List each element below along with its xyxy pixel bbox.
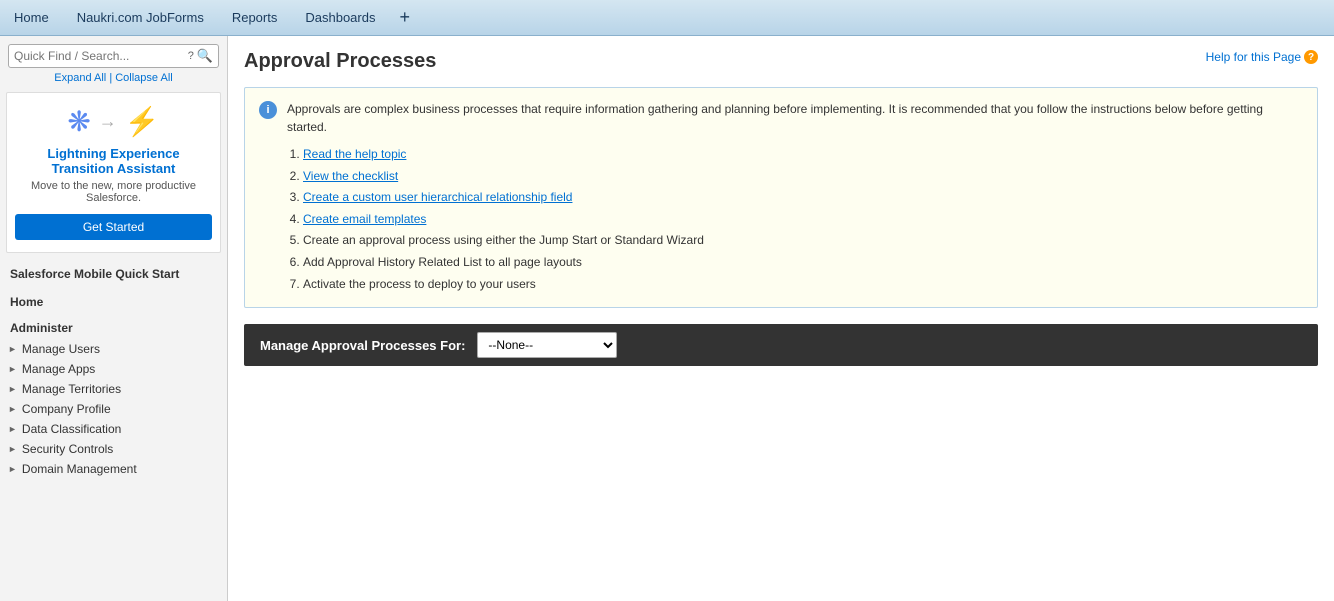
nav-jobforms[interactable]: Naukri.com JobForms [73, 10, 208, 25]
search-input[interactable] [14, 49, 185, 63]
sidebar-home-link[interactable]: Home [0, 285, 227, 313]
expand-collapse-bar: Expand All | Collapse All [0, 72, 227, 84]
info-step-2-link[interactable]: View the checklist [303, 169, 398, 183]
top-navigation: Home Naukri.com JobForms Reports Dashboa… [0, 0, 1334, 36]
info-step-5-text: Create an approval process using either … [303, 233, 704, 247]
nav-plus[interactable]: + [399, 7, 410, 28]
info-step-6-text: Add Approval History Related List to all… [303, 255, 582, 269]
triangle-icon-company-profile: ► [8, 404, 17, 414]
lightning-description: Move to the new, more productive Salesfo… [15, 180, 212, 204]
manage-approval-label: Manage Approval Processes For: [260, 338, 465, 353]
search-help-icon[interactable]: ? [188, 50, 194, 62]
bolt-icon: ⚡ [125, 105, 160, 138]
domain-management-label: Domain Management [22, 462, 137, 476]
triangle-icon-manage-territories: ► [8, 384, 17, 394]
help-link-text: Help for this Page [1206, 50, 1301, 64]
collapse-all-link[interactable]: Collapse All [115, 72, 172, 84]
info-step-1: Read the help topic [303, 144, 1303, 166]
main-layout: ? 🔍 Expand All | Collapse All ❋ → ⚡ Ligh… [0, 36, 1334, 601]
flower-icon: ❋ [67, 105, 90, 138]
info-step-4-link[interactable]: Create email templates [303, 212, 426, 226]
info-step-1-link[interactable]: Read the help topic [303, 147, 406, 161]
sidebar-item-manage-users[interactable]: ► Manage Users [0, 339, 227, 359]
sidebar-item-domain-management[interactable]: ► Domain Management [0, 459, 227, 479]
nav-home[interactable]: Home [10, 10, 53, 25]
info-step-6: Add Approval History Related List to all… [303, 252, 1303, 274]
nav-dashboards[interactable]: Dashboards [301, 10, 379, 25]
help-link[interactable]: Help for this Page ? [1206, 50, 1318, 64]
triangle-icon-manage-users: ► [8, 344, 17, 354]
security-controls-label: Security Controls [22, 442, 113, 456]
triangle-icon-security-controls: ► [8, 444, 17, 454]
search-bar[interactable]: ? 🔍 [8, 44, 219, 68]
data-classification-label: Data Classification [22, 422, 121, 436]
info-icon: i [259, 101, 277, 119]
arrow-icon: → [99, 111, 117, 132]
triangle-icon-domain-management: ► [8, 464, 17, 474]
sidebar-item-manage-apps[interactable]: ► Manage Apps [0, 359, 227, 379]
manage-users-label: Manage Users [22, 342, 100, 356]
triangle-icon-data-classification: ► [8, 424, 17, 434]
info-box: i Approvals are complex business process… [244, 87, 1318, 308]
manage-approval-bar: Manage Approval Processes For: --None-- … [244, 324, 1318, 366]
info-step-3: Create a custom user hierarchical relati… [303, 187, 1303, 209]
page-title: Approval Processes [244, 50, 436, 73]
sidebar-item-company-profile[interactable]: ► Company Profile [0, 399, 227, 419]
get-started-button[interactable]: Get Started [15, 214, 212, 240]
page-header: Approval Processes Help for this Page ? [244, 50, 1318, 73]
triangle-icon-manage-apps: ► [8, 364, 17, 374]
manage-apps-label: Manage Apps [22, 362, 95, 376]
sidebar-item-security-controls[interactable]: ► Security Controls [0, 439, 227, 459]
administer-header: Administer [0, 313, 227, 339]
sidebar-item-data-classification[interactable]: ► Data Classification [0, 419, 227, 439]
company-profile-label: Company Profile [22, 402, 111, 416]
info-steps-list: Read the help topic View the checklist C… [287, 144, 1303, 295]
info-content: Approvals are complex business processes… [287, 100, 1303, 295]
info-step-2: View the checklist [303, 166, 1303, 188]
lightning-box: ❋ → ⚡ Lightning Experience Transition As… [6, 92, 221, 253]
manage-approval-select[interactable]: --None-- Account Contact Lead Opportunit… [477, 332, 617, 358]
info-step-4: Create email templates [303, 209, 1303, 231]
info-step-7-text: Activate the process to deploy to your u… [303, 277, 536, 291]
main-content: Approval Processes Help for this Page ? … [228, 36, 1334, 601]
lightning-title: Lightning Experience Transition Assistan… [15, 146, 212, 176]
help-question-icon: ? [1304, 50, 1318, 64]
info-step-5: Create an approval process using either … [303, 230, 1303, 252]
sidebar-item-manage-territories[interactable]: ► Manage Territories [0, 379, 227, 399]
info-description: Approvals are complex business processes… [287, 100, 1303, 136]
nav-reports[interactable]: Reports [228, 10, 282, 25]
expand-all-link[interactable]: Expand All [54, 72, 106, 84]
mobile-quickstart-link[interactable]: Salesforce Mobile Quick Start [0, 257, 227, 285]
info-step-3-link[interactable]: Create a custom user hierarchical relati… [303, 190, 572, 204]
search-magnifier-icon[interactable]: 🔍 [197, 48, 213, 64]
lightning-icons: ❋ → ⚡ [15, 105, 212, 138]
info-step-7: Activate the process to deploy to your u… [303, 274, 1303, 296]
sidebar: ? 🔍 Expand All | Collapse All ❋ → ⚡ Ligh… [0, 36, 228, 601]
manage-territories-label: Manage Territories [22, 382, 121, 396]
